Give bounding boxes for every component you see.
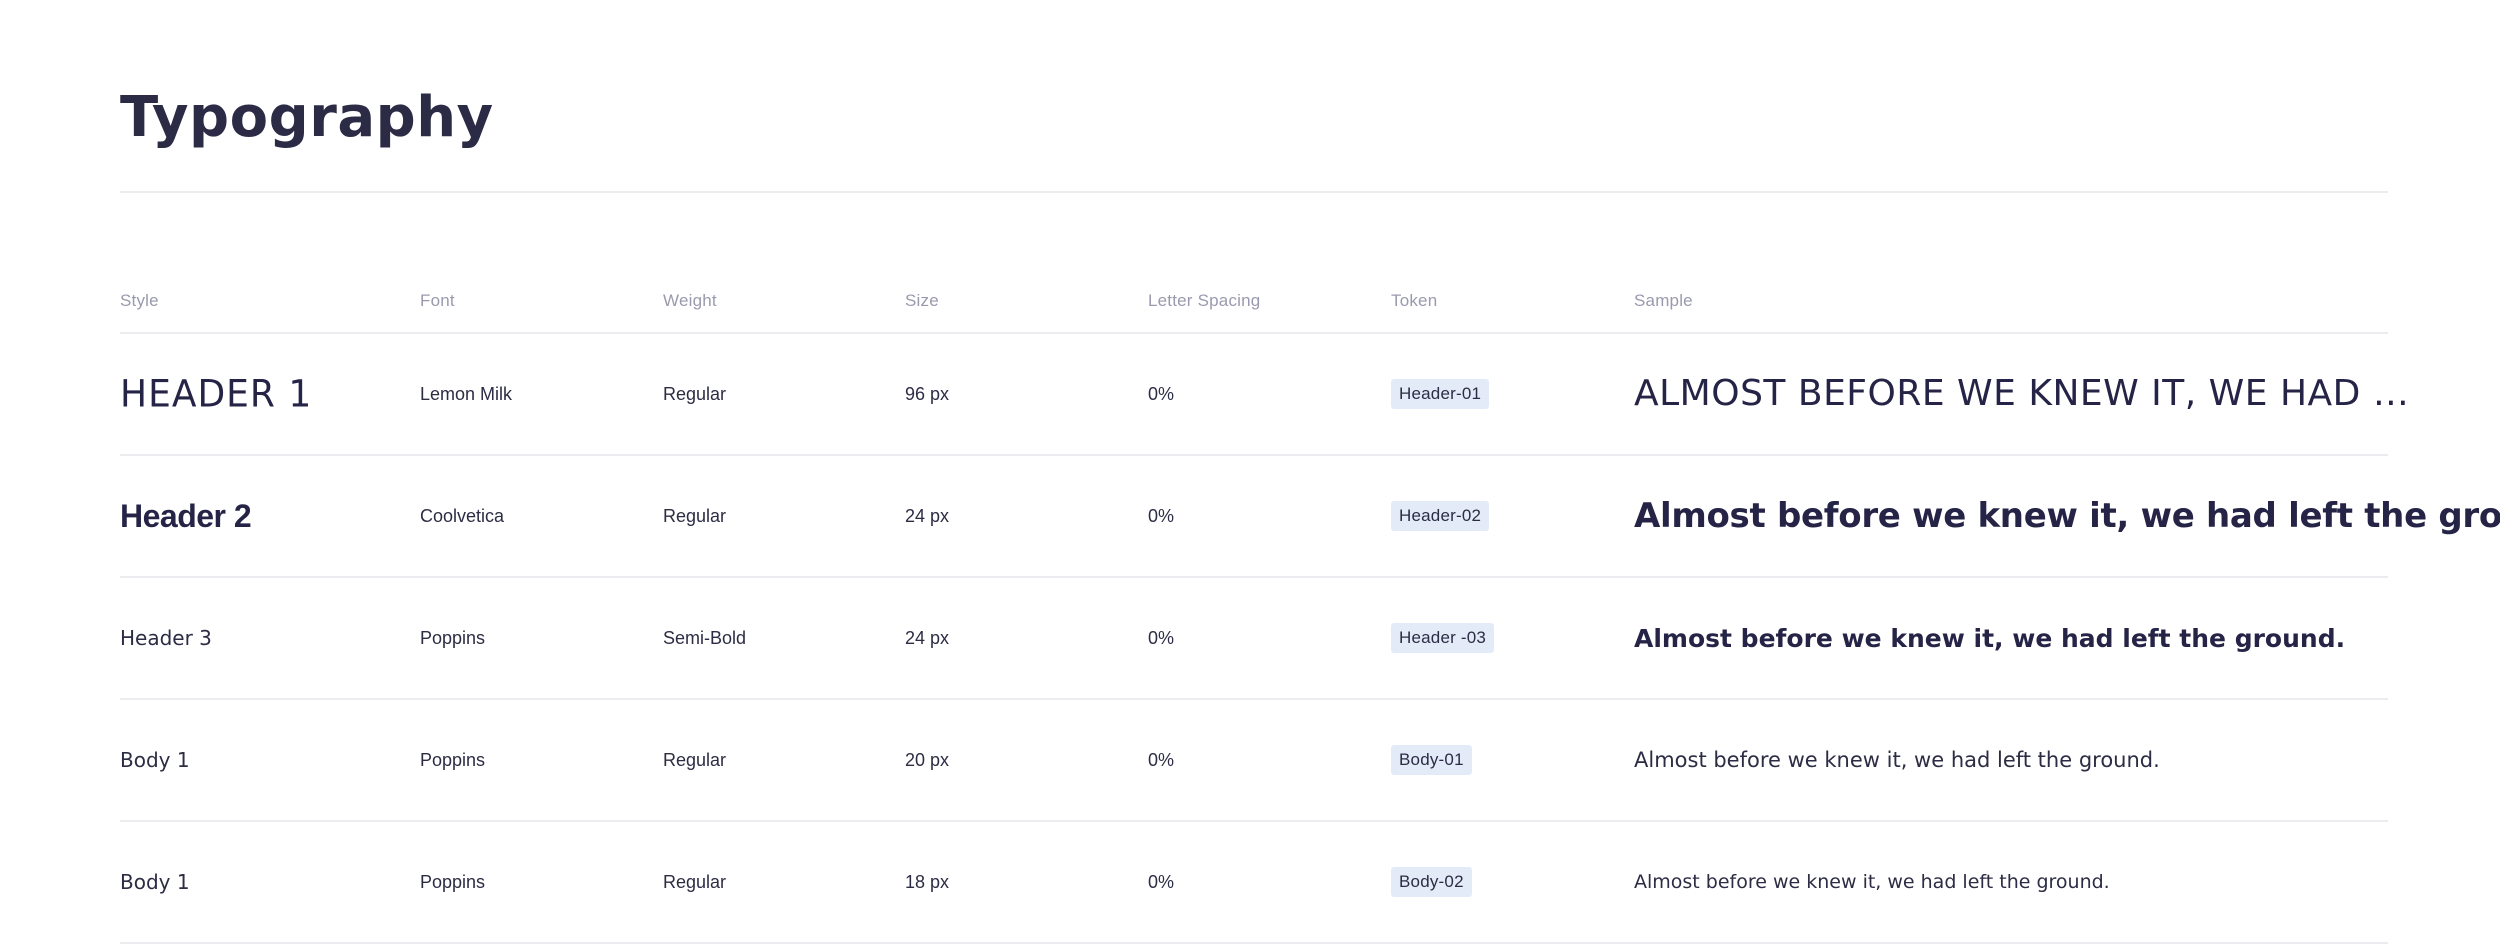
- column-header-sample: Sample: [1634, 291, 1693, 310]
- table-row: HEADER 1 Lemon Milk Regular 96 px 0% Hea…: [120, 334, 2424, 456]
- font-size: 18 px: [905, 871, 950, 892]
- letter-spacing: 0%: [1148, 871, 1175, 892]
- typography-page: Typography Style Font Weight Size Letter…: [0, 0, 2500, 944]
- font-size: 20 px: [905, 749, 950, 770]
- token-badge: Header-02: [1391, 501, 1490, 531]
- style-name: Body 1: [120, 870, 190, 894]
- table-row: Header 2 Coolvetica Regular 24 px 0% Hea…: [120, 456, 2500, 578]
- font-size: 24 px: [905, 627, 950, 648]
- font-weight: Semi-Bold: [663, 627, 747, 648]
- font-name: Lemon Milk: [420, 383, 513, 404]
- style-name: Header 3: [120, 626, 212, 650]
- column-header-font: Font: [420, 291, 455, 310]
- font-weight: Regular: [663, 383, 727, 404]
- token-cell: Header-02: [1391, 456, 1490, 576]
- token-badge: Body-02: [1391, 867, 1472, 897]
- sample-text: Almost before we knew it, we had left th…: [1634, 748, 2160, 772]
- table-row: Body 1 Poppins Regular 18 px 0% Body-02 …: [120, 822, 2388, 944]
- sample-cell: Almost before we knew it, we had left th…: [1634, 456, 2500, 576]
- font-size: 96 px: [905, 383, 950, 404]
- sample-text: Almost before we knew it, we had left th…: [1634, 871, 2110, 893]
- column-header-style: Style: [120, 291, 159, 310]
- title-divider: [120, 191, 2388, 193]
- letter-spacing: 0%: [1148, 383, 1175, 404]
- font-size: 24 px: [905, 505, 950, 526]
- column-header-size: Size: [905, 291, 939, 310]
- sample-cell: Almost before we knew it, we had left th…: [1634, 578, 2345, 698]
- typography-table: Style Font Weight Size Letter Spacing To…: [120, 270, 2500, 944]
- column-header-letter-spacing: Letter Spacing: [1148, 291, 1261, 310]
- table-row: Body 1 Poppins Regular 20 px 0% Body-01 …: [120, 700, 2388, 822]
- token-badge: Header-01: [1391, 379, 1490, 409]
- font-weight: Regular: [663, 505, 727, 526]
- font-name: Coolvetica: [420, 505, 505, 526]
- font-weight: Regular: [663, 871, 727, 892]
- font-weight: Regular: [663, 749, 727, 770]
- token-cell: Body-01: [1391, 700, 1472, 820]
- page-title: Typography: [120, 85, 494, 150]
- table-header-row: Style Font Weight Size Letter Spacing To…: [120, 270, 2388, 334]
- sample-text: ALMOST BEFORE WE KNEW IT, WE HAD LEFT TH…: [1634, 373, 2424, 414]
- token-badge: Body-01: [1391, 745, 1472, 775]
- letter-spacing: 0%: [1148, 749, 1175, 770]
- font-name: Poppins: [420, 627, 486, 648]
- sample-cell: ALMOST BEFORE WE KNEW IT, WE HAD LEFT TH…: [1634, 334, 2424, 454]
- style-name: HEADER 1: [120, 372, 313, 416]
- font-name: Poppins: [420, 749, 486, 770]
- letter-spacing: 0%: [1148, 627, 1175, 648]
- sample-cell: Almost before we knew it, we had left th…: [1634, 700, 2160, 820]
- sample-text: Almost before we knew it, we had left th…: [1634, 623, 2346, 653]
- token-badge: Header -03: [1391, 623, 1495, 653]
- letter-spacing: 0%: [1148, 505, 1175, 526]
- sample-cell: Almost before we knew it, we had left th…: [1634, 822, 2110, 942]
- token-cell: Header-01: [1391, 334, 1490, 454]
- style-name: Header 2: [120, 497, 252, 534]
- table-row: Header 3 Poppins Semi-Bold 24 px 0% Head…: [120, 578, 2388, 700]
- sample-text: Almost before we knew it, we had left th…: [1634, 496, 2500, 536]
- style-name: Body 1: [120, 748, 190, 772]
- column-header-token: Token: [1391, 291, 1438, 310]
- font-name: Poppins: [420, 871, 486, 892]
- token-cell: Header -03: [1391, 578, 1495, 698]
- token-cell: Body-02: [1391, 822, 1472, 942]
- column-header-weight: Weight: [663, 291, 717, 310]
